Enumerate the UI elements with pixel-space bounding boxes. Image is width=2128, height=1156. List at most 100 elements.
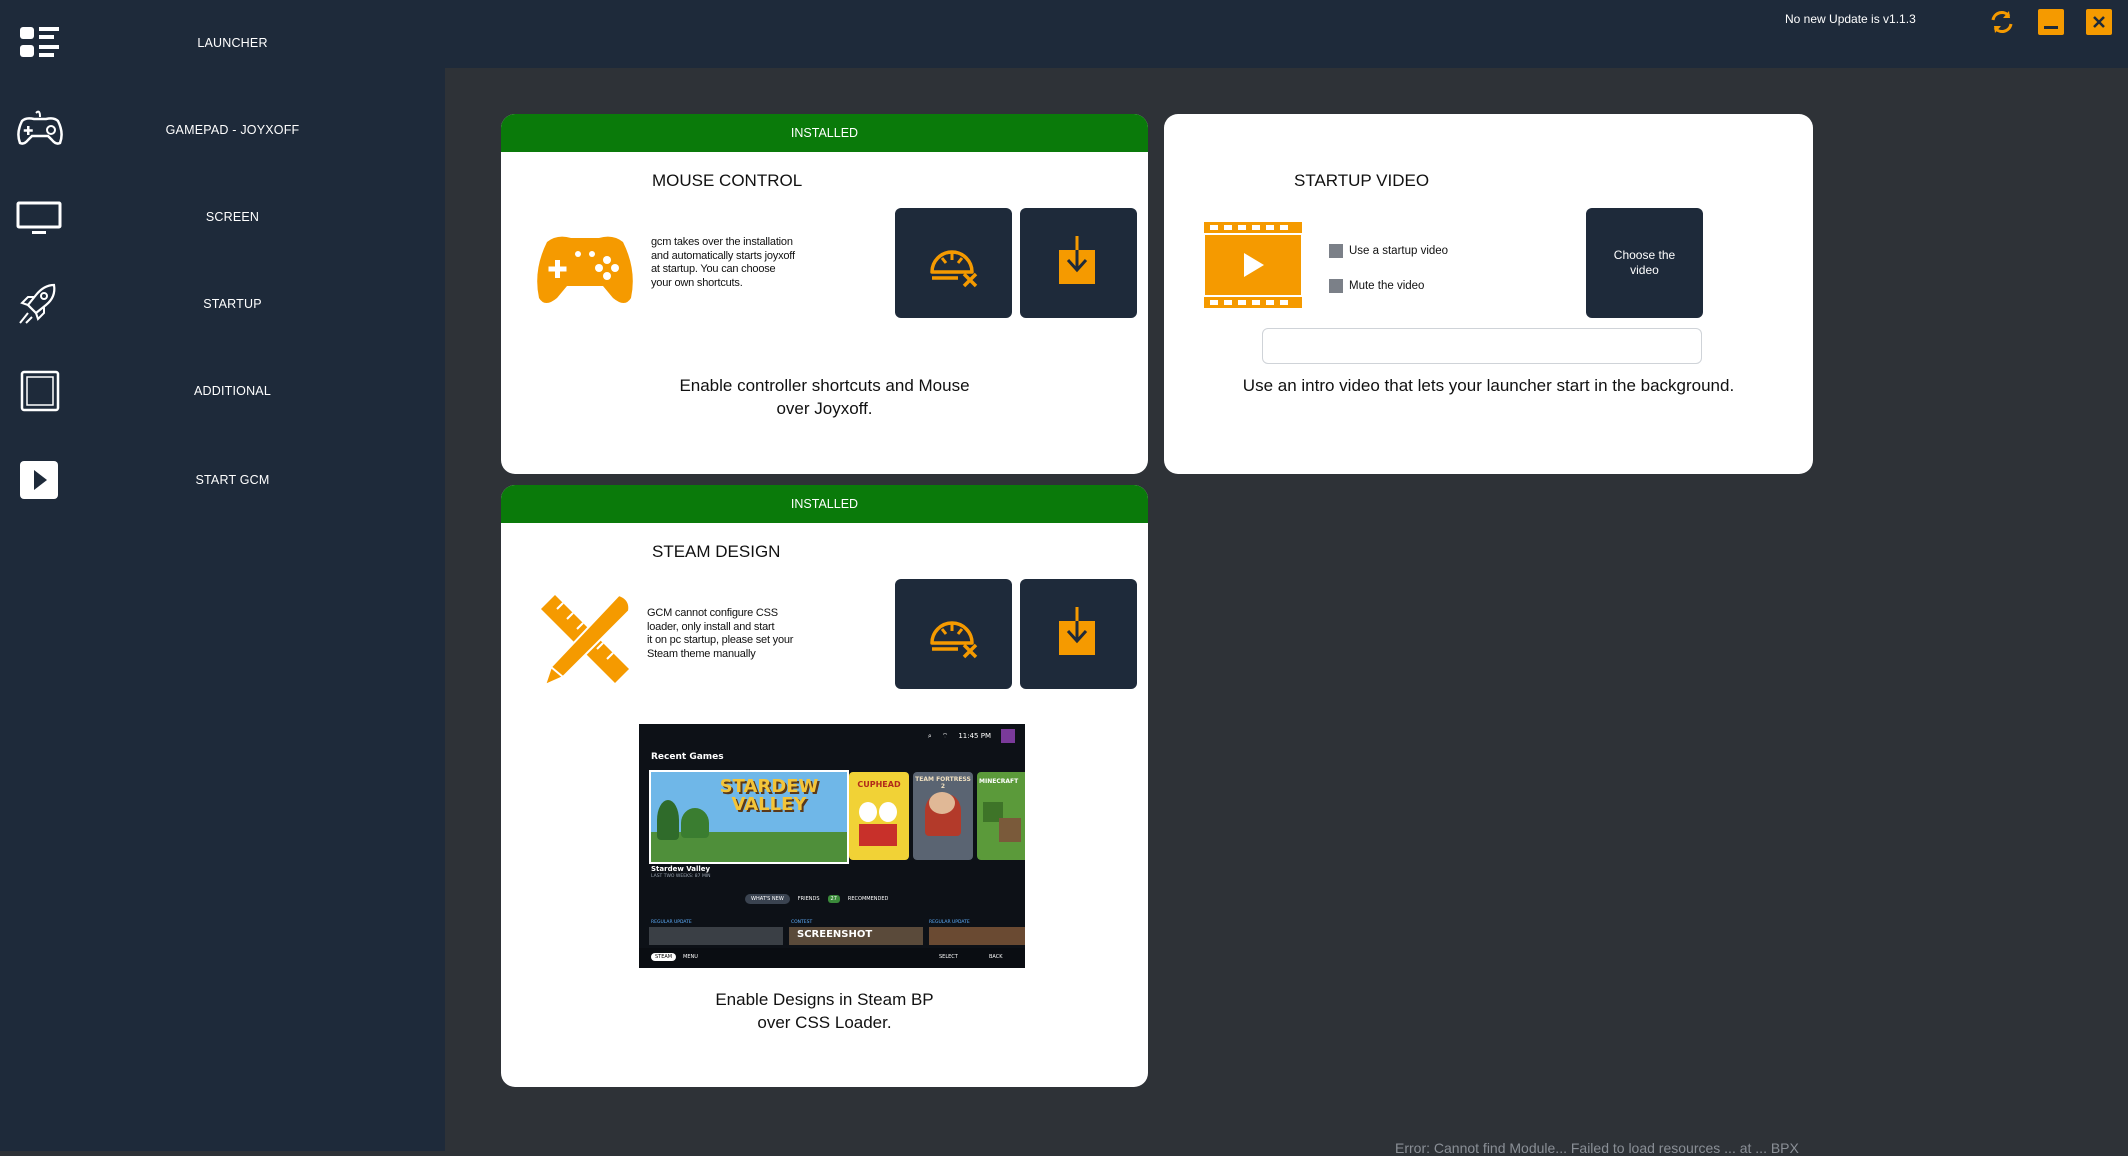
uninstall-button[interactable] xyxy=(895,579,1012,689)
uninstall-button[interactable] xyxy=(895,208,1012,318)
desc-line: GCM cannot configure CSS xyxy=(647,607,778,619)
card-footer: Enable controller shortcuts and Mouse ov… xyxy=(601,374,1048,420)
checkbox-box xyxy=(1329,244,1343,258)
refresh-icon[interactable] xyxy=(1989,9,2015,35)
sidebar-item-screen[interactable]: SCREEN xyxy=(0,182,445,252)
card-footer: Use an intro video that lets your launch… xyxy=(1242,376,1735,395)
game-title: TEAM FORTRESS 2 xyxy=(915,776,971,790)
uninstall-icon xyxy=(930,250,978,288)
mute-video-checkbox[interactable]: Mute the video xyxy=(1329,279,1424,293)
preview-screenshot-label: SCREENSHOT xyxy=(797,929,873,940)
card-title: MOUSE CONTROL xyxy=(652,171,803,190)
preview-tab: WHAT'S NEW xyxy=(745,894,790,904)
close-button[interactable] xyxy=(2086,9,2112,35)
search-icon: ⌕ xyxy=(927,731,932,740)
preview-selected-sub: LAST TWO WEEKS: 87 MIN xyxy=(651,874,711,879)
sidebar-item-label: STARTUP xyxy=(203,297,262,311)
download-icon xyxy=(1059,607,1095,655)
footer-line: over CSS Loader. xyxy=(757,1013,892,1032)
video-icon xyxy=(1204,222,1302,308)
friends-count-badge: 27 xyxy=(827,895,840,903)
preview-game-cuphead: CUPHEAD xyxy=(849,772,909,860)
monitor-icon xyxy=(16,201,62,234)
card-footer: Enable Designs in Steam BP over CSS Load… xyxy=(601,988,1048,1034)
preview-menu-label: MENU xyxy=(683,954,698,960)
card-title: STARTUP VIDEO xyxy=(1294,171,1430,190)
desc-line: it on pc startup, please set your xyxy=(647,634,794,646)
install-button[interactable] xyxy=(1020,579,1137,689)
desc-line: at startup. You can choose xyxy=(651,263,776,275)
preview-row-label: CONTEST xyxy=(791,920,813,925)
play-icon xyxy=(20,461,58,499)
sidebar-item-label: GAMEPAD - JOYXOFF xyxy=(165,123,300,137)
game-title: CUPHEAD xyxy=(857,780,901,789)
preview-tab: RECOMMENDED xyxy=(847,896,889,902)
checkbox-label: Mute the video xyxy=(1349,280,1425,292)
preview-row-label: REGULAR UPDATE xyxy=(651,920,692,925)
footer-line: Enable Designs in Steam BP xyxy=(715,990,934,1009)
steam-design-card: INSTALLED STEAM DESIGN GCM cannot config… xyxy=(501,485,1148,1087)
sidebar-item-launcher[interactable]: LAUNCHER xyxy=(0,8,445,78)
preview-tab: FRIENDS xyxy=(797,896,820,902)
startup-video-card: STARTUP VIDEO Use a startup video Mute t… xyxy=(1164,114,1813,474)
preview-select-label: SELECT xyxy=(939,954,958,960)
desc-line: and automatically starts joyxoff xyxy=(651,249,795,262)
card-description: GCM cannot configure CSS loader, only in… xyxy=(647,607,817,661)
footer-line: over Joyxoff. xyxy=(776,399,873,418)
footer-line: Enable controller shortcuts and Mouse xyxy=(679,376,970,395)
update-status: No new Update is v1.1.3 xyxy=(1785,12,1916,26)
download-icon xyxy=(1059,236,1095,284)
wifi-icon: ⌔ xyxy=(941,731,949,740)
design-tools-icon xyxy=(541,593,631,687)
button-label: video xyxy=(1630,263,1659,277)
preview-steam-button: STEAM xyxy=(651,953,677,961)
minimize-button[interactable] xyxy=(2038,9,2064,35)
preview-game-stardew: STARDEW VALLEY xyxy=(649,770,849,864)
close-icon xyxy=(2093,16,2105,28)
desc-line: loader, only install and start xyxy=(647,620,775,633)
avatar xyxy=(1001,729,1015,743)
gamepad-icon xyxy=(17,110,63,145)
installed-banner: INSTALLED xyxy=(501,114,1148,152)
game-title: MINECRAFT xyxy=(979,778,1019,785)
sidebar-item-start-gcm[interactable]: START GCM xyxy=(0,445,445,515)
steam-preview-image: ⌕ ⌔ 11:45 PM Recent Games STARDEW VALLEY… xyxy=(639,724,1025,968)
sidebar: LAUNCHER GAMEPAD - JOYXOFF SCREEN STARTU… xyxy=(0,0,445,1151)
checkbox-box xyxy=(1329,279,1343,293)
preview-game-tf2: TEAM FORTRESS 2 xyxy=(913,772,973,860)
window-icon xyxy=(20,370,60,412)
sidebar-item-gamepad[interactable]: GAMEPAD - JOYXOFF xyxy=(0,95,445,165)
sidebar-item-label: LAUNCHER xyxy=(197,36,268,50)
status-text: Error: Cannot find Module... Failed to l… xyxy=(1395,1140,1799,1156)
preview-selected-title: Stardew Valley xyxy=(651,865,711,873)
installed-banner: INSTALLED xyxy=(501,485,1148,523)
card-title: STEAM DESIGN xyxy=(652,542,781,561)
checkbox-label: Use a startup video xyxy=(1349,245,1449,257)
desc-line: gcm takes over the installation xyxy=(651,236,793,248)
controller-icon xyxy=(537,236,633,303)
preview-time: 11:45 PM xyxy=(958,732,991,740)
preview-footer-bar: STEAM MENU SELECT BACK xyxy=(639,948,1025,968)
preview-back-label: BACK xyxy=(989,954,1003,960)
use-startup-video-checkbox[interactable]: Use a startup video xyxy=(1329,244,1448,258)
desc-line: your own shortcuts. xyxy=(651,276,743,289)
video-path-input[interactable] xyxy=(1262,328,1702,364)
sidebar-item-additional[interactable]: ADDITIONAL xyxy=(0,356,445,426)
sidebar-item-startup[interactable]: STARTUP xyxy=(0,269,445,339)
button-label: Choose the xyxy=(1613,248,1676,262)
card-description: gcm takes over the installation and auto… xyxy=(651,236,811,290)
preview-game-minecraft: MINECRAFT xyxy=(977,772,1025,860)
preview-section-title: Recent Games xyxy=(651,752,724,762)
mouse-control-card: INSTALLED MOUSE CONTROL gcm takes over t… xyxy=(501,114,1148,474)
launcher-icon xyxy=(20,27,59,57)
game-title: STARDEW VALLEY xyxy=(719,776,819,815)
desc-line: Steam theme manually xyxy=(647,647,756,660)
install-button[interactable] xyxy=(1020,208,1137,318)
rocket-icon xyxy=(19,283,56,324)
preview-tabs: WHAT'S NEW FRIENDS 27 RECOMMENDED xyxy=(745,894,888,904)
choose-video-button[interactable]: Choose the video xyxy=(1586,208,1703,318)
sidebar-item-label: ADDITIONAL xyxy=(193,384,271,398)
minimize-icon xyxy=(2044,26,2058,29)
preview-row-label: REGULAR UPDATE xyxy=(929,920,970,925)
sidebar-item-label: START GCM xyxy=(195,473,270,487)
